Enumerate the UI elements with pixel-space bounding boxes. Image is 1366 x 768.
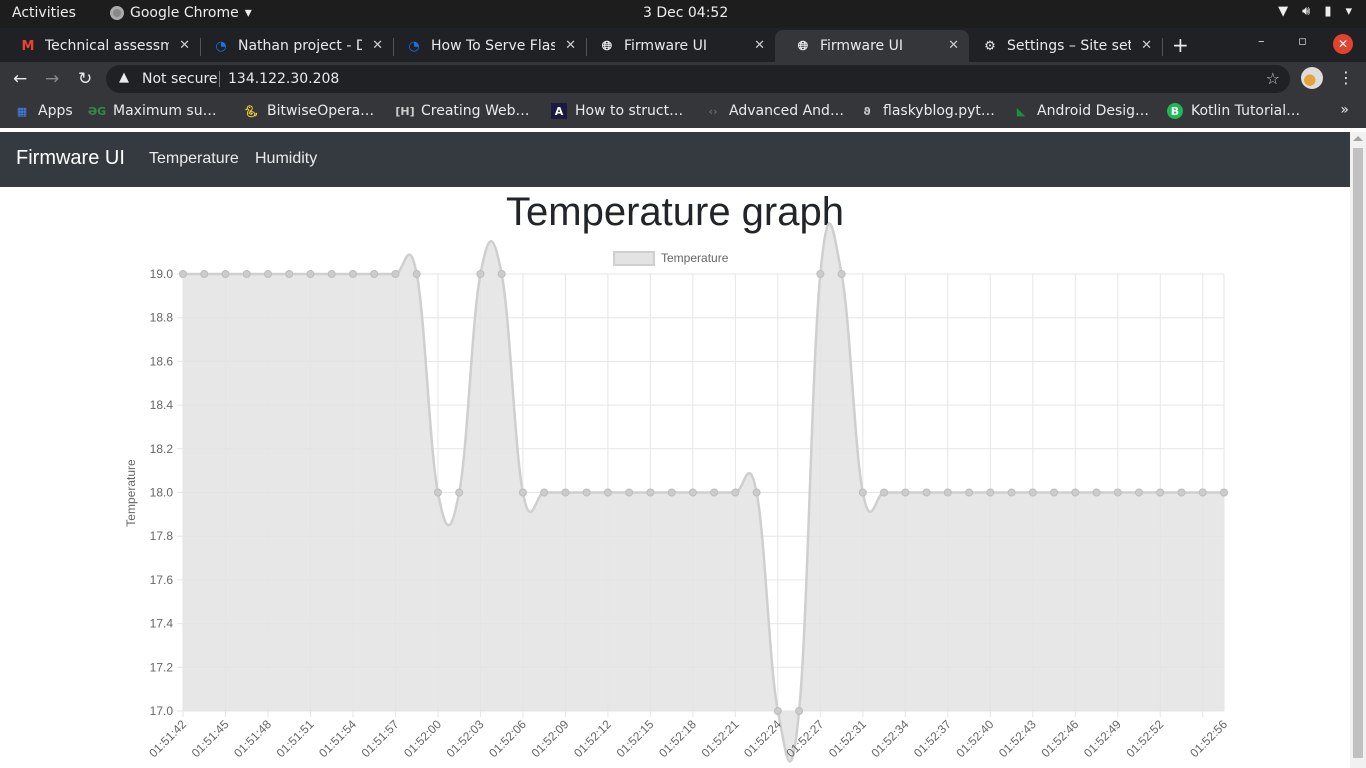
x-tick-label: 01:52:49: [1081, 717, 1124, 760]
data-point: [285, 270, 294, 278]
data-point: [263, 270, 272, 278]
x-tick-label: 01:52:09: [529, 717, 572, 760]
temperature-chart: 17.0 17.2 17.4 17.6 17.8 18.0 18.2 18.4 18.6 18.8…: [124, 222, 1230, 763]
x-tick-label: 01:52:31: [826, 717, 869, 760]
data-point: [1071, 488, 1080, 497]
x-tick-label: 01:52:03: [444, 717, 487, 760]
x-tick-label: 01:52:06: [486, 717, 529, 760]
data-point: [795, 707, 804, 715]
x-tick-label: 01:52:46: [1038, 717, 1081, 760]
y-tick-label: 18.2: [150, 442, 174, 456]
scroll-up-arrow-icon[interactable]: [1353, 136, 1363, 141]
x-tick-label: 01:52:12: [571, 717, 614, 760]
x-tick-label: 01:52:24: [741, 717, 784, 760]
x-tick-label: 01:52:56: [1187, 717, 1230, 760]
y-tick-label: 18.0: [150, 486, 174, 500]
data-point: [497, 270, 506, 278]
y-tick-label: 18.6: [150, 354, 174, 368]
data-point: [1007, 488, 1016, 497]
x-tick-label: 01:52:18: [656, 717, 699, 760]
x-tick-label: 01:52:40: [953, 717, 996, 760]
x-tick-label: 01:51:57: [359, 717, 402, 760]
x-tick-label: 01:51:42: [146, 717, 189, 760]
data-point: [603, 488, 612, 497]
data-point: [688, 488, 697, 497]
scrollbar-thumb[interactable]: [1353, 148, 1363, 758]
data-point: [455, 488, 464, 497]
data-point: [1092, 488, 1101, 497]
data-point: [370, 270, 379, 278]
data-point: [1156, 488, 1165, 497]
data-point: [1177, 488, 1186, 497]
x-tick-label: 01:52:43: [996, 717, 1039, 760]
data-point: [965, 488, 974, 497]
legend: Temperature: [613, 251, 729, 266]
data-point: [816, 270, 825, 278]
data-point: [561, 488, 570, 497]
data-point: [1198, 488, 1207, 497]
x-tick-label: 01:51:54: [316, 717, 359, 760]
y-axis-label: Temperature: [124, 459, 138, 527]
data-point: [242, 270, 251, 278]
y-axis-ticks: 17.0 17.2 17.4 17.6 17.8 18.0 18.2 18.4 18.6 18.8…: [150, 267, 174, 718]
data-point: [540, 488, 549, 497]
data-point: [901, 488, 910, 497]
x-tick-label: 01:51:51: [274, 717, 317, 760]
x-tick-label: 01:52:21: [699, 717, 742, 760]
x-tick-label: 01:52:37: [911, 717, 954, 760]
data-point: [1220, 488, 1228, 497]
y-tick-label: 19.0: [150, 267, 174, 281]
y-tick-label: 18.8: [150, 311, 174, 325]
x-tick-label: 01:52:00: [401, 717, 444, 760]
data-point: [221, 270, 230, 278]
x-tick-label: 01:52:52: [1123, 717, 1166, 760]
data-point: [179, 270, 187, 278]
data-point: [646, 488, 655, 497]
y-tick-label: 17.0: [150, 704, 174, 718]
data-point: [625, 488, 634, 497]
y-tick-label: 17.4: [150, 617, 174, 631]
data-point: [752, 488, 761, 497]
data-point: [200, 270, 209, 278]
data-point: [922, 488, 931, 497]
data-point: [1050, 488, 1059, 497]
y-tick-label: 17.6: [150, 573, 174, 587]
data-point: [412, 270, 421, 278]
legend-label: Temperature: [661, 251, 729, 265]
data-point: [667, 488, 676, 497]
data-point: [1028, 488, 1037, 497]
vertical-scrollbar[interactable]: [1350, 132, 1366, 768]
x-tick-label: 01:52:34: [869, 717, 912, 760]
data-point: [1135, 488, 1144, 497]
data-point: [773, 707, 782, 715]
x-tick-label: 01:51:45: [189, 717, 232, 760]
y-tick-label: 17.2: [150, 660, 174, 674]
data-point: [433, 488, 442, 497]
data-point: [306, 270, 315, 278]
data-point: [348, 270, 357, 278]
data-point: [837, 270, 846, 278]
data-point: [943, 488, 952, 497]
y-tick-label: 17.8: [150, 529, 174, 543]
y-tick-label: 18.4: [150, 398, 174, 412]
x-axis-ticks: 01:51:42 01:51:45 01:51:48 01:51:51 01:51:54…: [146, 717, 1230, 760]
data-point: [518, 488, 527, 497]
data-point: [582, 488, 591, 497]
data-point: [986, 488, 995, 497]
data-point: [391, 270, 400, 278]
legend-swatch: [613, 251, 655, 266]
data-point: [858, 488, 867, 497]
data-point: [710, 488, 719, 497]
data-point: [880, 488, 889, 497]
data-point: [327, 270, 336, 278]
data-point: [476, 270, 485, 278]
data-point: [1113, 488, 1122, 497]
x-tick-label: 01:51:48: [231, 717, 274, 760]
x-tick-label: 01:52:15: [614, 717, 657, 760]
data-point: [731, 488, 740, 497]
